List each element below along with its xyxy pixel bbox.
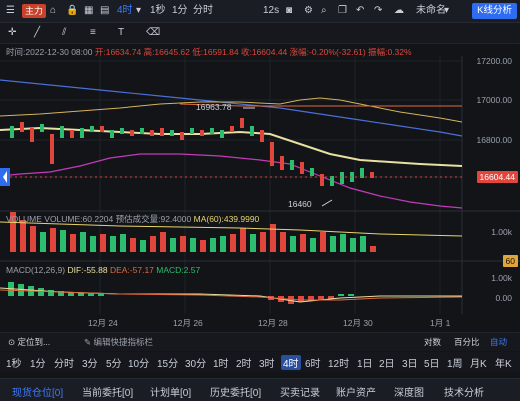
volume-tag: 60 xyxy=(502,255,518,267)
text-tool-icon[interactable]: T xyxy=(118,26,124,40)
price-label-2: 17000.00 xyxy=(476,95,512,105)
period-selector[interactable]: 4时 xyxy=(117,4,133,18)
macd-axis-top: 1.00k xyxy=(491,273,512,283)
annotation-high: 16963.78 xyxy=(196,102,232,112)
tf-1d[interactable]: 1日 xyxy=(357,355,373,370)
edit-indicator-bar-button[interactable]: ✎ 编辑快捷指标栏 xyxy=(84,336,153,348)
tab-order-history[interactable]: 历史委托[0] xyxy=(210,384,261,399)
dropdown-icon[interactable]: ▾ xyxy=(444,4,449,18)
volume-axis-top: 1.00k xyxy=(491,227,512,237)
gear-icon[interactable]: ⚙ xyxy=(304,4,313,18)
tf-6h[interactable]: 6时 xyxy=(305,355,321,370)
tab-depth-chart[interactable]: 深度图 xyxy=(394,384,424,399)
tf-3h[interactable]: 3时 xyxy=(259,355,275,370)
locate-button[interactable]: ⊙ 定位到... xyxy=(8,336,50,348)
macd-histogram xyxy=(8,282,354,304)
tf-30m[interactable]: 30分 xyxy=(185,355,206,370)
grid-icon[interactable]: ▤ xyxy=(100,4,109,18)
tab-spot-positions[interactable]: 现货仓位[0] xyxy=(12,384,63,399)
price-label-1: 17200.00 xyxy=(476,56,512,66)
calendar-icon[interactable]: ▦ xyxy=(84,4,93,18)
chart-action-bar: ⊙ 定位到... ✎ 编辑快捷指标栏 对数 百分比 自动 xyxy=(0,332,520,351)
menu-icon[interactable]: ☰ xyxy=(6,4,15,18)
search-icon[interactable]: ⌕ xyxy=(321,4,327,18)
macd-label: MACD(12,26,9) DIF:-55.88 DEA:-57.17 MACD… xyxy=(6,265,201,275)
auto-scale-toggle[interactable]: 自动 xyxy=(490,336,507,348)
tab-plan-orders[interactable]: 计划单[0] xyxy=(150,384,191,399)
top-toolbar: ☰ 主力 ⌂ 🔒 ▦ ▤ 4时 ▾ 1秒 1分 分时 12s ◙ ⚙ ⌕ ❐ ↶… xyxy=(0,0,520,23)
tf-12h[interactable]: 12时 xyxy=(328,355,349,370)
tab-account-assets[interactable]: 账户资产 xyxy=(336,384,376,399)
eraser-icon[interactable]: ⌫ xyxy=(146,26,160,40)
tab-technical-analysis[interactable]: 技术分析 xyxy=(444,384,484,399)
camera-icon[interactable]: ◙ xyxy=(286,4,292,18)
refresh-interval[interactable]: 12s xyxy=(263,4,279,18)
tf-timeshare[interactable]: 分时 xyxy=(54,355,74,370)
tab-trade-records[interactable]: 买卖记录 xyxy=(280,384,320,399)
tf-year[interactable]: 年K xyxy=(495,355,512,370)
fib-tool-icon[interactable]: ≡ xyxy=(90,26,96,40)
timeframe-1s[interactable]: 1秒 xyxy=(150,4,166,18)
log-scale-toggle[interactable]: 对数 xyxy=(424,336,441,348)
tf-3d[interactable]: 3日 xyxy=(402,355,418,370)
tf-5d[interactable]: 5日 xyxy=(424,355,440,370)
tf-1s[interactable]: 1秒 xyxy=(6,355,22,370)
date-label-5: 1月 1 xyxy=(430,318,451,328)
cloud-icon[interactable]: ☁ xyxy=(394,4,404,18)
copy-icon[interactable]: ❐ xyxy=(338,4,347,18)
crosshair-icon[interactable]: ✛ xyxy=(8,26,16,40)
tf-5m[interactable]: 5分 xyxy=(106,355,122,370)
undo-icon[interactable]: ↶ xyxy=(356,4,364,18)
home-icon[interactable]: ⌂ xyxy=(50,4,56,18)
percent-scale-toggle[interactable]: 百分比 xyxy=(454,336,480,348)
date-label-2: 12月 26 xyxy=(173,318,203,328)
layout-name[interactable]: 未命名 xyxy=(416,4,446,18)
tf-1w[interactable]: 1周 xyxy=(447,355,463,370)
tf-10m[interactable]: 10分 xyxy=(128,355,149,370)
tf-15m[interactable]: 15分 xyxy=(157,355,178,370)
drawing-toolbar: ✛ ╱ ⫽ ≡ T ⌫ xyxy=(0,23,520,44)
tf-month[interactable]: 月K xyxy=(470,355,487,370)
price-label-3: 16800.00 xyxy=(476,135,512,145)
timeframe-bar: 1秒 1分 分时 3分 5分 10分 15分 30分 1时 2时 3时 4时 6… xyxy=(0,352,520,372)
tf-1h[interactable]: 1时 xyxy=(213,355,229,370)
bottom-tabs: 现货仓位[0] 当前委托[0] 计划单[0] 历史委托[0] 买卖记录 账户资产… xyxy=(0,378,520,401)
tf-3m[interactable]: 3分 xyxy=(82,355,98,370)
lock-icon[interactable]: 🔒 xyxy=(66,4,78,18)
dropdown-icon[interactable]: ▾ xyxy=(136,4,141,18)
timeshare-button[interactable]: 分时 xyxy=(193,4,213,18)
kline-analysis-button[interactable]: K线分析 xyxy=(472,3,517,19)
timeframe-1m[interactable]: 1分 xyxy=(172,4,188,18)
date-label-3: 12月 28 xyxy=(258,318,288,328)
macd-axis-bottom: 0.00 xyxy=(495,293,512,303)
date-label-1: 12月 24 xyxy=(88,318,118,328)
kline-chart[interactable] xyxy=(0,56,520,326)
tf-4h[interactable]: 4时 xyxy=(281,355,301,370)
main-badge[interactable]: 主力 xyxy=(22,4,47,18)
date-label-4: 12月 30 xyxy=(343,318,373,328)
tab-open-orders[interactable]: 当前委托[0] xyxy=(82,384,133,399)
tf-2h[interactable]: 2时 xyxy=(236,355,252,370)
redo-icon[interactable]: ↷ xyxy=(374,4,382,18)
channel-tool-icon[interactable]: ⫽ xyxy=(62,26,66,40)
volume-label: VOLUME VOLUME:60.2204 预估成交量:92.4000 MA(6… xyxy=(6,214,260,224)
current-price-tag: 16604.44 xyxy=(476,171,518,183)
annotation-low: 16460 xyxy=(288,199,312,209)
tf-1m[interactable]: 1分 xyxy=(30,355,46,370)
tf-2d[interactable]: 2日 xyxy=(379,355,395,370)
line-tool-icon[interactable]: ╱ xyxy=(34,26,40,40)
